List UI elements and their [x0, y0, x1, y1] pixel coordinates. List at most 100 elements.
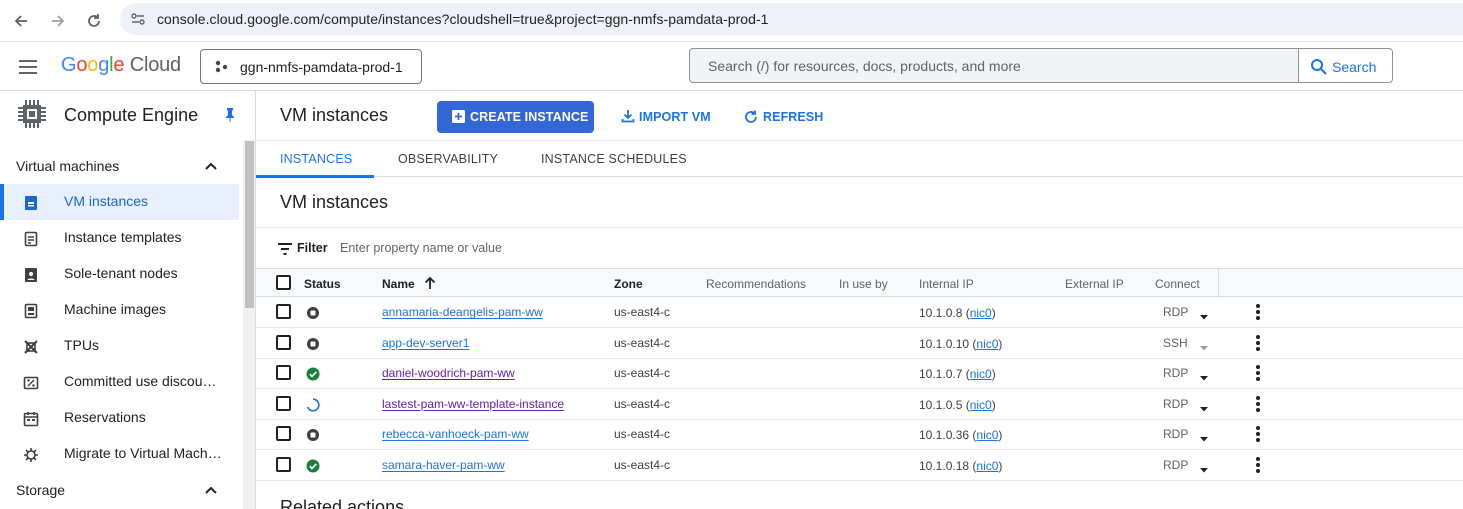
tab-instance-schedules[interactable]: INSTANCE SCHEDULES: [518, 141, 698, 177]
tab-observability[interactable]: OBSERVABILITY: [374, 141, 514, 177]
connect-button[interactable]: RDP: [1163, 458, 1188, 472]
connect-button[interactable]: SSH: [1163, 336, 1188, 350]
sidebar-item-tpus[interactable]: TPUs: [0, 328, 239, 364]
nic-link[interactable]: nic0: [976, 337, 998, 351]
instance-name-link[interactable]: lastest-pam-ww-template-instance: [382, 397, 564, 411]
nic-link[interactable]: nic0: [976, 459, 998, 473]
table-row[interactable]: samara-haver-pam-ww us-east4-c 10.1.0.18 (…: [256, 450, 1463, 481]
sort-ascending-icon[interactable]: [423, 276, 437, 290]
connect-button[interactable]: RDP: [1163, 427, 1188, 441]
col-name[interactable]: Name: [382, 277, 415, 291]
sidebar-item-reservations[interactable]: Reservations: [0, 400, 239, 436]
connect-button[interactable]: RDP: [1163, 397, 1188, 411]
connect-dropdown-icon[interactable]: [1199, 430, 1209, 442]
site-info-icon[interactable]: [130, 11, 146, 27]
hamburger-menu-icon[interactable]: [16, 55, 40, 79]
table-row[interactable]: daniel-woodrich-pam-ww us-east4-c 10.1.0.7…: [256, 358, 1463, 390]
row-checkbox[interactable]: [276, 395, 291, 411]
instance-name-link[interactable]: daniel-woodrich-pam-ww: [382, 366, 515, 380]
stopped-status-icon: [306, 337, 320, 351]
connect-dropdown-icon[interactable]: [1199, 369, 1209, 381]
tab-instances[interactable]: INSTANCES: [256, 141, 374, 178]
address-bar[interactable]: console.cloud.google.com/compute/instanc…: [120, 3, 1463, 35]
row-checkbox[interactable]: [276, 304, 291, 319]
filter-input[interactable]: Enter property name or value: [340, 241, 502, 255]
section-virtual-machines[interactable]: Virtual machines: [16, 158, 119, 174]
forward-arrow-icon[interactable]: [45, 8, 71, 34]
chevron-up-icon[interactable]: [203, 482, 219, 498]
pin-icon[interactable]: [222, 107, 238, 123]
instance-name-link[interactable]: samara-haver-pam-ww: [382, 458, 505, 472]
col-external-ip[interactable]: External IP: [1065, 277, 1124, 291]
more-vert-icon[interactable]: [1254, 456, 1262, 474]
row-checkbox[interactable]: [276, 426, 291, 442]
add-box-icon: [452, 110, 465, 123]
section-storage[interactable]: Storage: [16, 482, 65, 498]
chevron-up-icon[interactable]: [203, 158, 219, 174]
sidebar: Compute Engine Virtual machines VM insta…: [0, 91, 256, 509]
connect-dropdown-icon[interactable]: [1199, 400, 1209, 412]
row-checkbox[interactable]: [276, 457, 291, 472]
col-in-use-by[interactable]: In use by: [839, 277, 888, 291]
google-cloud-logo[interactable]: Google Cloud: [61, 54, 181, 77]
main-content: VM instances CREATE INSTANCE IMPORT VM R…: [256, 91, 1463, 509]
sidebar-item-instance-templates[interactable]: Instance templates: [0, 220, 239, 256]
table-row[interactable]: rebecca-vanhoeck-pam-ww us-east4-c 10.1.0.…: [256, 419, 1463, 451]
col-connect[interactable]: Connect: [1155, 277, 1200, 291]
migrate-icon: [22, 446, 40, 464]
col-recommendations[interactable]: Recommendations: [706, 277, 806, 291]
reload-icon[interactable]: [81, 8, 107, 34]
sidebar-scrollbar-thumb[interactable]: [245, 141, 254, 308]
back-arrow-icon[interactable]: [8, 8, 34, 34]
row-checkbox[interactable]: [276, 365, 291, 381]
project-hierarchy-icon: [214, 59, 230, 75]
machine-image-icon: [22, 302, 40, 320]
project-picker-button[interactable]: ggn-nmfs-pamdata-prod-1: [200, 49, 422, 84]
search-button[interactable]: Search: [1298, 48, 1393, 83]
connect-dropdown-icon[interactable]: [1199, 308, 1209, 320]
more-vert-icon[interactable]: [1254, 334, 1262, 352]
sidebar-item-machine-images[interactable]: Machine images: [0, 292, 239, 328]
connect-dropdown-icon[interactable]: [1199, 461, 1209, 473]
internal-ip-cell: 10.1.0.8 (nic0): [919, 306, 996, 320]
more-vert-icon[interactable]: [1254, 425, 1262, 443]
connect-dropdown-icon[interactable]: [1199, 339, 1209, 351]
more-vert-icon[interactable]: [1254, 364, 1262, 382]
col-zone[interactable]: Zone: [614, 277, 643, 291]
instance-name-link[interactable]: rebecca-vanhoeck-pam-ww: [382, 427, 529, 441]
stopped-status-icon: [306, 428, 320, 442]
create-instance-button[interactable]: CREATE INSTANCE: [437, 101, 594, 133]
url-text: console.cloud.google.com/compute/instanc…: [157, 11, 769, 27]
refresh-button[interactable]: REFRESH: [742, 101, 823, 133]
filter-bar[interactable]: Filter Enter property name or value: [256, 227, 1463, 268]
instance-name-link[interactable]: app-dev-server1: [382, 336, 469, 350]
col-internal-ip[interactable]: Internal IP: [919, 277, 974, 291]
section-title: VM instances: [280, 192, 389, 212]
sidebar-item-migrate-to-vm[interactable]: Migrate to Virtual Mach…: [0, 436, 239, 472]
connect-button[interactable]: RDP: [1163, 305, 1188, 319]
zone-cell: us-east4-c: [614, 458, 671, 472]
instance-name-link[interactable]: annamaria-deangelis-pam-ww: [382, 305, 543, 319]
table-row[interactable]: annamaria-deangelis-pam-ww us-east4-c 10.1…: [256, 297, 1463, 328]
more-vert-icon[interactable]: [1254, 395, 1262, 413]
nic-link[interactable]: nic0: [970, 398, 992, 412]
project-name: ggn-nmfs-pamdata-prod-1: [240, 59, 403, 75]
table-header: Status Name Zone Recommendations In use …: [256, 268, 1463, 298]
starting-spinner-icon: [306, 398, 320, 412]
sidebar-item-sole-tenant-nodes[interactable]: Sole-tenant nodes: [0, 256, 239, 292]
nic-link[interactable]: nic0: [970, 306, 992, 320]
import-vm-button[interactable]: IMPORT VM: [618, 101, 718, 133]
sidebar-item-committed-use-discounts[interactable]: Committed use discou…: [0, 364, 239, 400]
col-status[interactable]: Status: [304, 277, 341, 291]
table-row[interactable]: lastest-pam-ww-template-instance us-east4…: [256, 389, 1463, 420]
more-vert-icon[interactable]: [1254, 303, 1262, 321]
tab-bar: INSTANCES OBSERVABILITY INSTANCE SCHEDUL…: [256, 140, 1463, 178]
row-checkbox[interactable]: [276, 334, 291, 350]
sidebar-item-vm-instances[interactable]: VM instances: [0, 184, 239, 220]
nic-link[interactable]: nic0: [970, 367, 992, 381]
nic-link[interactable]: nic0: [976, 428, 998, 442]
table-row[interactable]: app-dev-server1 us-east4-c 10.1.0.10 (nic0…: [256, 328, 1463, 359]
select-all-checkbox[interactable]: [276, 275, 291, 290]
connect-button[interactable]: RDP: [1163, 366, 1188, 380]
search-input[interactable]: Search (/) for resources, docs, products…: [689, 48, 1299, 83]
